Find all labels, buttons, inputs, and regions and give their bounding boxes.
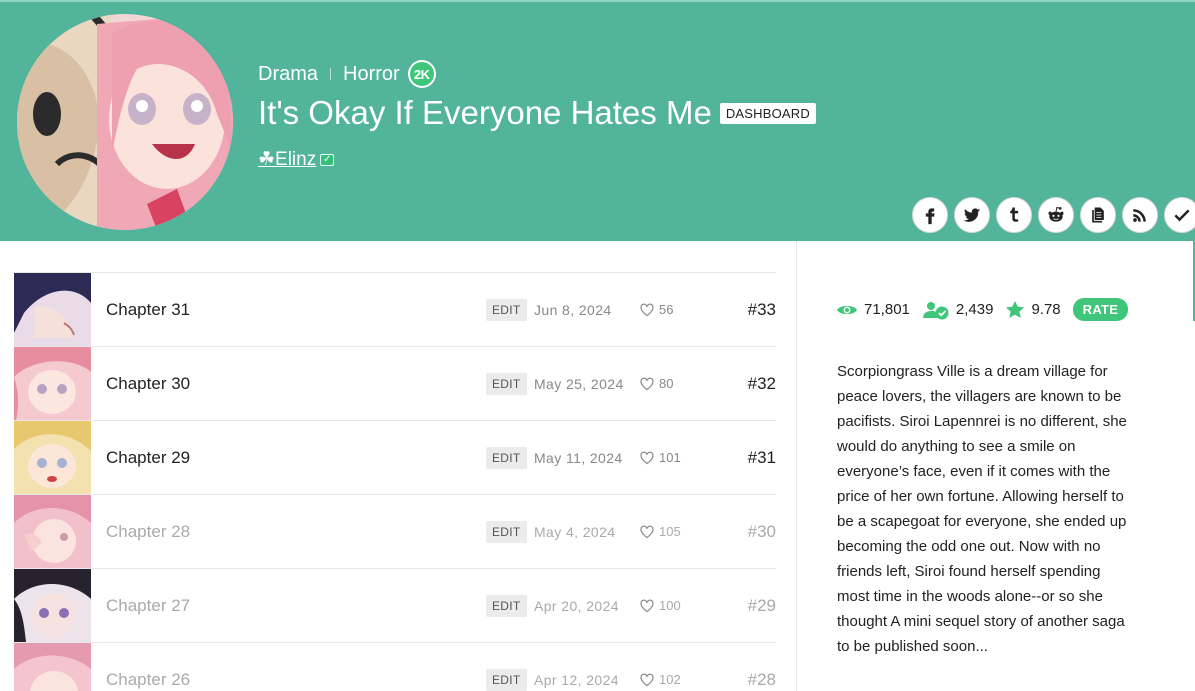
like-count: 100 [659, 598, 681, 613]
chapter-likes: 105 [639, 524, 681, 539]
chapter-likes: 100 [639, 598, 681, 613]
subscribers-icon [922, 301, 949, 319]
rating-stat: 9.78 [1005, 300, 1061, 319]
share-bar [912, 197, 1195, 233]
chapter-date: May 25, 2024 [534, 375, 624, 392]
series-header: Drama Horror 2K It's Okay If Everyone Ha… [0, 0, 1195, 241]
subscribers-stat: 2,439 [922, 300, 994, 320]
rss-icon[interactable] [1122, 197, 1158, 233]
twitter-icon[interactable] [954, 197, 990, 233]
chapter-row[interactable]: Chapter 29 EDIT May 11, 2024 101 #31 [14, 421, 776, 495]
subscribers-count: 2,439 [955, 301, 994, 318]
title-row: It's Okay If Everyone Hates Me DASHBOARD [258, 94, 816, 132]
episode-number: #28 [747, 669, 776, 689]
like-count: 56 [659, 302, 674, 317]
episode-number: #29 [747, 595, 776, 615]
genre-list: Drama Horror 2K [258, 59, 436, 89]
chapter-row[interactable]: Chapter 30 EDIT May 25, 2024 80 #32 [14, 347, 776, 421]
like-count: 80 [659, 376, 674, 391]
chapter-title: Chapter 31 [106, 299, 191, 319]
episode-number: #31 [747, 447, 776, 467]
chapter-date: Jun 8, 2024 [534, 301, 612, 318]
chapter-thumbnail [14, 569, 91, 642]
heart-icon [640, 525, 654, 539]
genre-link[interactable]: Horror [343, 63, 400, 86]
like-count: 101 [659, 450, 681, 465]
views-count: 71,801 [864, 301, 910, 318]
episode-number: #30 [747, 521, 776, 541]
series-stats: 71,801 2,439 9.78 RATE [836, 298, 1129, 321]
reddit-icon[interactable] [1038, 197, 1074, 233]
star-icon [1006, 300, 1025, 318]
facebook-icon[interactable] [912, 197, 948, 233]
subscribe-check-icon[interactable] [1164, 197, 1195, 233]
heart-icon [640, 377, 654, 391]
like-count: 102 [659, 672, 681, 687]
chapter-likes: 56 [639, 302, 673, 317]
chapter-title: Chapter 26 [106, 669, 191, 689]
chapter-thumbnail [14, 495, 91, 568]
series-title: It's Okay If Everyone Hates Me [258, 94, 712, 131]
author-link[interactable]: ☘Elinz [258, 148, 316, 171]
series-description: Scorpiongrass Ville is a dream village f… [837, 363, 1127, 655]
chapter-date: May 4, 2024 [534, 523, 616, 540]
author-row: ☘Elinz ✓ [258, 148, 335, 171]
rate-button[interactable]: RATE [1072, 298, 1129, 321]
chapter-thumbnail [14, 643, 91, 691]
heart-icon [640, 599, 654, 613]
chapter-list: Chapter 31 EDIT Jun 8, 2024 56 #33 Chapt… [14, 272, 776, 691]
episode-number: #33 [747, 299, 776, 319]
chapter-row[interactable]: Chapter 27 EDIT Apr 20, 2024 100 #29 [14, 569, 776, 643]
series-cover-image [17, 14, 233, 230]
chapter-row[interactable]: Chapter 31 EDIT Jun 8, 2024 56 #33 [14, 273, 776, 347]
verified-check-icon: ✓ [320, 153, 335, 166]
chapter-date: Apr 12, 2024 [534, 671, 619, 688]
chapter-thumbnail [14, 421, 91, 494]
heart-icon [640, 673, 654, 687]
edit-button[interactable]: EDIT [486, 520, 527, 543]
chapter-date: May 11, 2024 [534, 449, 623, 466]
chapter-title: Chapter 29 [106, 447, 191, 467]
episode-number: #32 [747, 373, 776, 393]
like-count: 105 [659, 524, 681, 539]
dashboard-button[interactable]: DASHBOARD [719, 102, 816, 124]
tumblr-icon[interactable] [996, 197, 1032, 233]
chapter-thumbnail [14, 273, 91, 346]
edit-button[interactable]: EDIT [486, 668, 527, 691]
heart-icon [640, 303, 654, 317]
genre-divider [330, 68, 332, 80]
edit-button[interactable]: EDIT [486, 446, 527, 469]
edit-button[interactable]: EDIT [486, 594, 527, 617]
chapter-date: Apr 20, 2024 [534, 597, 619, 614]
views-stat: 71,801 [836, 301, 910, 318]
genre-link[interactable]: Drama [258, 63, 318, 86]
eye-icon [837, 305, 857, 314]
chapter-row[interactable]: Chapter 28 EDIT May 4, 2024 105 #30 [14, 495, 776, 569]
edit-button[interactable]: EDIT [486, 372, 527, 395]
chapter-thumbnail [14, 347, 91, 420]
chapter-likes: 101 [639, 450, 681, 465]
column-divider [796, 241, 797, 691]
heart-icon [640, 451, 654, 465]
edit-button[interactable]: EDIT [486, 298, 527, 321]
rating-value: 9.78 [1031, 301, 1061, 318]
chapter-likes: 80 [639, 376, 673, 391]
chapter-title: Chapter 27 [106, 595, 191, 615]
chapter-likes: 102 [639, 672, 681, 687]
popularity-badge: 2K [407, 60, 436, 88]
chapter-title: Chapter 30 [106, 373, 191, 393]
chapter-title: Chapter 28 [106, 521, 191, 541]
copy-icon[interactable] [1080, 197, 1116, 233]
chapter-row[interactable]: Chapter 26 EDIT Apr 12, 2024 102 #28 [14, 643, 776, 691]
